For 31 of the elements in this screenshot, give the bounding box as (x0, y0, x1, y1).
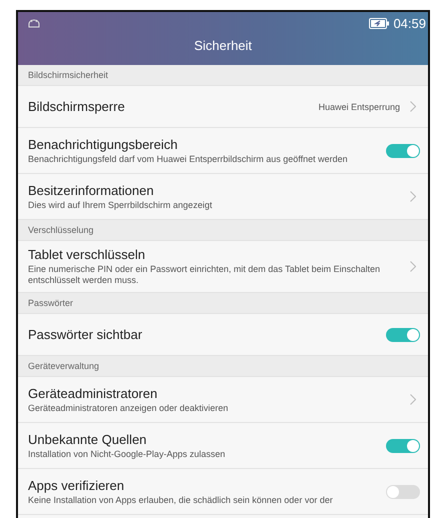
item-title: Geräteadministratoren (28, 386, 158, 400)
screen-title: Sicherheit (193, 38, 253, 53)
item-title: Besitzerinformationen (28, 182, 155, 198)
item-title: Tablet verschlüsseln (28, 247, 146, 262)
item-value: Huawei Entsperrung (318, 102, 400, 112)
chevron-icon (410, 261, 416, 272)
toggle-switch[interactable] (386, 328, 420, 342)
item-description: Eine numerische PIN oder ein Passwort einrichten, mit dem das Tablet beim Einschalten entschlüsselt werden muss. (28, 264, 382, 286)
item-title: Passwörter sichtbar (28, 327, 144, 342)
item-title: Benachrichtigungsbereich (28, 136, 179, 152)
battery-icon (369, 18, 390, 28)
item-description: Benachrichtigungsfeld darf vom Huawei Entsperrbildschirm aus geöffnet werden (28, 154, 349, 164)
section-header: Verschlüsselung (18, 220, 428, 241)
android-icon (28, 18, 40, 28)
toggle-switch[interactable] (386, 438, 420, 452)
clock: 04:59 (393, 16, 426, 30)
chevron-icon (410, 101, 416, 112)
item-title: Bildschirmsperre (28, 99, 126, 114)
toggle-switch[interactable] (386, 144, 420, 158)
chevron-icon (410, 394, 416, 405)
section-header: Geräteverwaltung (18, 356, 428, 377)
chevron-icon (410, 191, 416, 202)
item-description: Geräteadministratoren anzeigen oder deaktivieren (28, 402, 230, 414)
item-title: Apps verifizieren (28, 478, 126, 492)
toggle-switch[interactable] (386, 484, 420, 498)
section-header: Bildschirmsicherheit (18, 65, 428, 86)
item-title: Unbekannte Quellen (28, 432, 148, 446)
item-description: Dies wird auf Ihrem Sperrbildschirm angezeigt (28, 200, 214, 210)
item-description: Installation von Nicht-Google-Play-Apps zulassen (28, 448, 226, 460)
item-description: Keine Installation von Apps erlauben, die schädlich sein können oder vor der (28, 494, 334, 506)
section-header: Passwörter (18, 293, 428, 314)
